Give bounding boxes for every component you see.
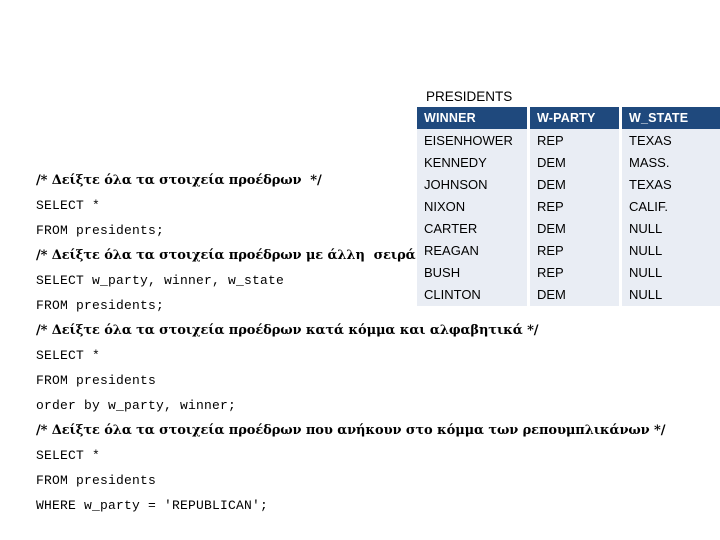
table-body: EISENHOWER REP TEXAS KENNEDY DEM MASS. JOHNSON…	[417, 129, 720, 306]
table-row: KENNEDY DEM MASS.	[417, 151, 720, 173]
table-cell: TEXAS	[622, 173, 720, 195]
table-row: NIXON REP CALIF.	[417, 195, 720, 217]
table-cell: REP	[530, 261, 622, 283]
table-cell: CARTER	[417, 217, 530, 239]
table-cell: REAGAN	[417, 239, 530, 261]
table-cell: NULL	[622, 239, 720, 261]
table-cell: DEM	[530, 173, 622, 195]
sql-statement-line: SELECT *	[36, 448, 101, 463]
sql-statement-line: FROM presidents	[36, 373, 157, 388]
table-cell: TEXAS	[622, 129, 720, 151]
table-cell: NIXON	[417, 195, 530, 217]
sql-statement-line: order by w_party, winner;	[36, 398, 237, 413]
table-cell: REP	[530, 195, 622, 217]
table-cell: CLINTON	[417, 283, 530, 306]
table-row: JOHNSON DEM TEXAS	[417, 173, 720, 195]
table-row: BUSH REP NULL	[417, 261, 720, 283]
table-cell: EISENHOWER	[417, 129, 530, 151]
column-header: WINNER	[417, 107, 530, 129]
sql-comment-line: /* Δείξτε όλα τα στοιχεία προέδρων που α…	[36, 423, 666, 438]
presidents-table: WINNER W-PARTY W_STATE EISENHOWER REP TEXAS K…	[417, 107, 720, 306]
table-cell: DEM	[530, 151, 622, 173]
table-cell: NULL	[622, 261, 720, 283]
table-row: EISENHOWER REP TEXAS	[417, 129, 720, 151]
sql-statement-line: FROM presidents	[36, 473, 157, 488]
table-header-row: WINNER W-PARTY W_STATE	[417, 107, 720, 129]
column-header: W_STATE	[622, 107, 720, 129]
table-row: CARTER DEM NULL	[417, 217, 720, 239]
sql-comment-line: /* Δείξτε όλα τα στοιχεία προέδρων κατά …	[36, 323, 539, 338]
table-cell: DEM	[530, 217, 622, 239]
presidents-table-panel: PRESIDENTS WINNER W-PARTY W_STATE EISENHOW…	[417, 86, 720, 306]
sql-statement-line: SELECT *	[36, 348, 101, 363]
table-cell: BUSH	[417, 261, 530, 283]
presidents-table-title: PRESIDENTS	[426, 89, 513, 104]
table-row: REAGAN REP NULL	[417, 239, 720, 261]
table-cell: NULL	[622, 217, 720, 239]
sql-statement-line: WHERE w_party = 'REPUBLICAN';	[36, 498, 269, 513]
table-cell: CALIF.	[622, 195, 720, 217]
table-cell: JOHNSON	[417, 173, 530, 195]
column-header: W-PARTY	[530, 107, 622, 129]
table-cell: NULL	[622, 283, 720, 306]
table-cell: MASS.	[622, 151, 720, 173]
table-row: CLINTON DEM NULL	[417, 283, 720, 306]
table-cell: DEM	[530, 283, 622, 306]
table-cell: REP	[530, 129, 622, 151]
table-cell: REP	[530, 239, 622, 261]
slide-canvas: /* Δείξτε όλα τα στοιχεία προέδρων */SEL…	[0, 0, 720, 540]
table-cell: KENNEDY	[417, 151, 530, 173]
